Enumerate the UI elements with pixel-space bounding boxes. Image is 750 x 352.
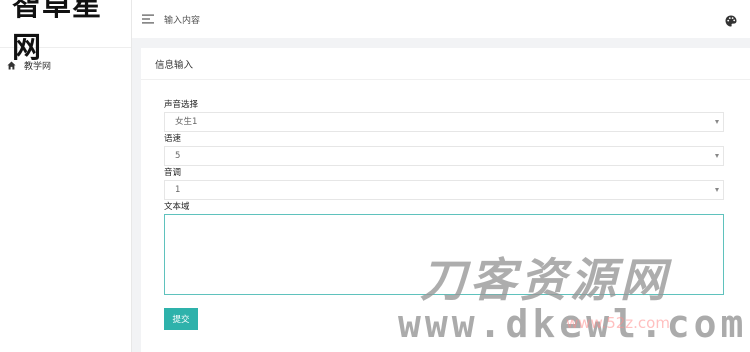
pitch-label: 音调 (164, 168, 182, 178)
app-root: 智卓星网 教学网 输入内容 信息输入 声音选择 女生1 语速 5 音调 1 文本… (0, 0, 750, 352)
page-title: 输入内容 (164, 15, 201, 26)
speed-select[interactable]: 5 (164, 146, 724, 166)
voice-label: 声音选择 (164, 100, 199, 110)
top-header: 输入内容 (132, 0, 750, 38)
text-area[interactable] (164, 214, 724, 295)
text-label: 文本域 (164, 202, 190, 212)
menu-icon[interactable] (142, 12, 156, 26)
speed-select-value: 5 (175, 151, 181, 161)
home-icon (4, 58, 18, 72)
chevron-down-icon (715, 188, 719, 192)
input-form: 声音选择 女生1 语速 5 音调 1 文本域 提交 (164, 98, 724, 330)
voice-select[interactable]: 女生1 (164, 112, 724, 132)
brand-logo[interactable]: 智卓星网 (0, 0, 131, 64)
info-card: 信息输入 声音选择 女生1 语速 5 音调 1 文本域 提交 (141, 48, 750, 352)
palette-icon[interactable] (725, 12, 738, 27)
card-title: 信息输入 (141, 48, 750, 80)
sidebar-item-label: 教学网 (24, 61, 52, 72)
pitch-select-value: 1 (175, 185, 181, 195)
submit-button[interactable]: 提交 (164, 308, 198, 330)
sidebar: 智卓星网 教学网 (0, 0, 132, 352)
speed-label: 语速 (164, 134, 182, 144)
chevron-down-icon (715, 154, 719, 158)
pitch-select[interactable]: 1 (164, 180, 724, 200)
voice-select-value: 女生1 (175, 117, 198, 127)
chevron-down-icon (715, 120, 719, 124)
